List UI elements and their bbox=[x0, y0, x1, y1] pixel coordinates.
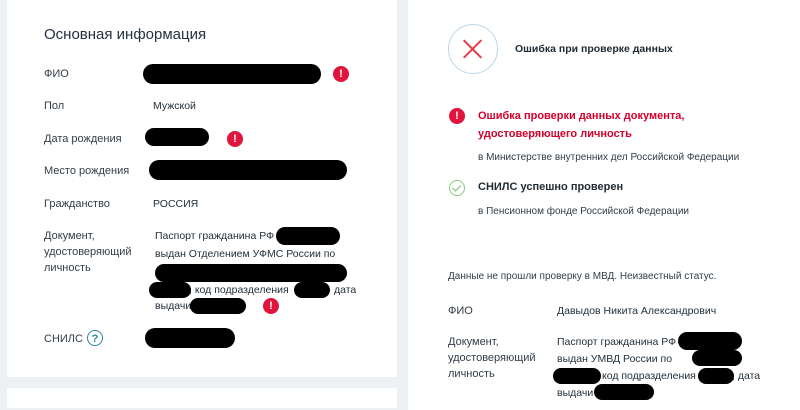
right-fio-value: Давыдов Никита Александрович bbox=[557, 305, 717, 317]
error-title: Ошибка проверки данных документа, удосто… bbox=[478, 110, 685, 140]
right-doc-line-4: выдачи bbox=[557, 387, 594, 399]
right-doc-issuer2-redacted bbox=[553, 368, 601, 384]
fio-redacted bbox=[143, 64, 321, 84]
close-icon bbox=[448, 24, 498, 74]
right-doc-date-redacted bbox=[594, 384, 654, 400]
pob-redacted bbox=[149, 160, 347, 180]
error-source: в Министерстве внутренних дел Российской… bbox=[478, 152, 740, 163]
main-info-card: Основная информация ФИО ! Пол Мужской Да… bbox=[7, 0, 397, 377]
doc-line-3b: дата bbox=[334, 284, 357, 296]
snils-redacted bbox=[145, 328, 235, 348]
doc-line-2: выдан Отделением УФМС России по bbox=[155, 248, 336, 260]
status-note: Данные не прошли проверку в МВД. Неизвес… bbox=[448, 271, 717, 282]
dob-label: Дата рождения bbox=[44, 133, 122, 145]
doc-line-4: выдачи bbox=[155, 300, 192, 312]
doc-issuer2-redacted bbox=[149, 282, 191, 298]
check-icon bbox=[449, 180, 465, 196]
pob-label: Место рождения bbox=[44, 165, 130, 177]
verification-card: Ошибка при проверке данных ! Ошибка пров… bbox=[408, 0, 800, 410]
doc-error-icon[interactable]: ! bbox=[263, 298, 279, 314]
right-doc-line-2: выдан УМВД России по bbox=[557, 353, 673, 365]
doc-code-redacted bbox=[294, 282, 330, 298]
ok-title: СНИЛС успешно проверен bbox=[478, 181, 624, 193]
doc-number-redacted bbox=[276, 227, 340, 245]
right-doc-line-1: Паспорт гражданина РФ bbox=[557, 336, 677, 348]
fio-label: ФИО bbox=[44, 68, 69, 80]
doc-line-1: Паспорт гражданина РФ bbox=[155, 230, 275, 242]
citizenship-value: РОССИЯ bbox=[153, 198, 199, 210]
right-doc-code-redacted bbox=[698, 368, 734, 384]
doc-date-redacted bbox=[190, 298, 246, 314]
ok-source: в Пенсионном фонде Российской Федерации bbox=[478, 206, 689, 217]
help-icon[interactable]: ? bbox=[87, 330, 103, 346]
snils-label: СНИЛС bbox=[44, 333, 83, 345]
right-doc-label: Документ, удостоверяющий личность bbox=[448, 336, 536, 380]
error-icon: ! bbox=[449, 108, 465, 124]
doc-label: Документ, удостоверяющий личность bbox=[44, 230, 132, 274]
right-doc-line-3a: код подразделения bbox=[602, 370, 696, 382]
doc-line-3a: , код подразделения bbox=[189, 284, 289, 296]
dob-error-icon[interactable]: ! bbox=[227, 131, 243, 147]
gender-value: Мужской bbox=[153, 100, 196, 112]
right-doc-issuer-redacted bbox=[692, 350, 742, 366]
right-doc-line-3b: , дата bbox=[732, 370, 761, 382]
right-doc-number-redacted bbox=[678, 332, 742, 350]
status-title: Ошибка при проверке данных bbox=[515, 43, 673, 55]
citizenship-label: Гражданство bbox=[44, 198, 110, 210]
gender-label: Пол bbox=[44, 100, 65, 112]
secondary-card bbox=[7, 388, 397, 408]
section-title: Основная информация bbox=[44, 26, 207, 43]
dob-redacted bbox=[145, 128, 209, 146]
right-fio-label: ФИО bbox=[448, 305, 473, 317]
fio-error-icon[interactable]: ! bbox=[333, 66, 349, 82]
doc-issuer-redacted bbox=[155, 264, 347, 282]
